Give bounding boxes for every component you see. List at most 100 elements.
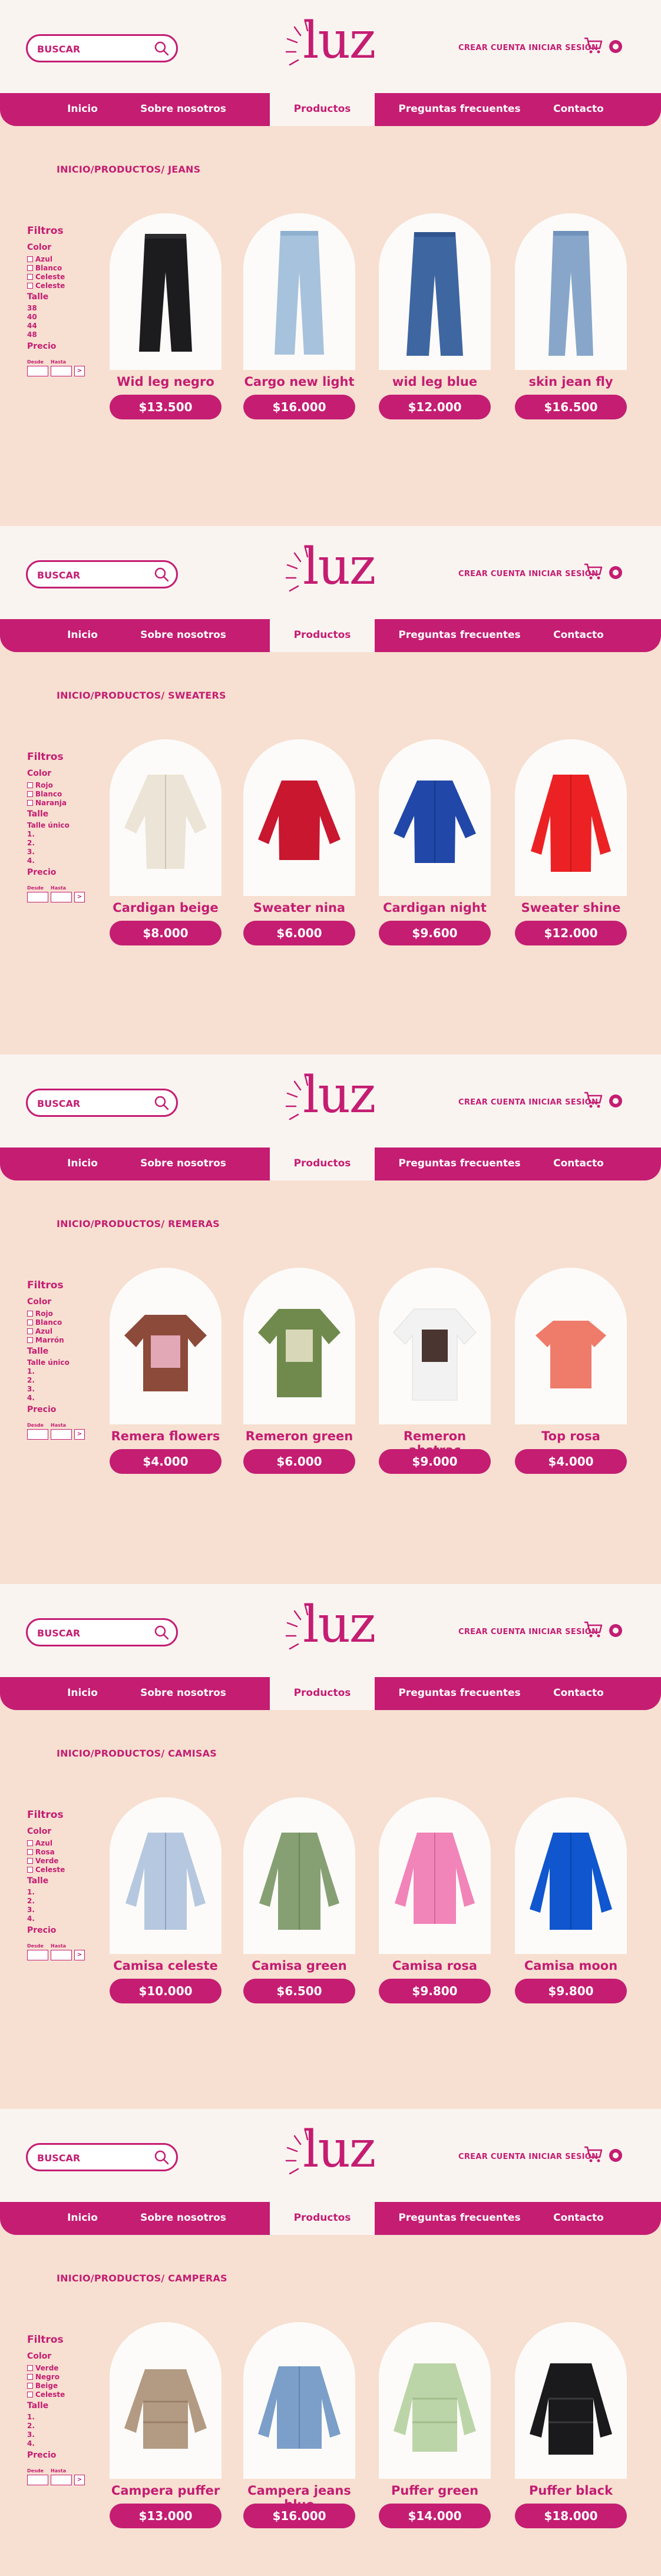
color-checkbox[interactable] [27,273,33,280]
search-input[interactable] [37,43,143,55]
search-input[interactable] [37,2152,143,2164]
color-option[interactable]: Verde [27,1856,92,1865]
user-icon[interactable] [609,2148,623,2162]
nav-item-productos[interactable]: Productos [270,1158,375,1169]
color-option[interactable]: Celeste [27,1865,92,1874]
search-icon[interactable] [154,567,169,582]
color-checkbox[interactable] [27,256,33,262]
cart-icon[interactable] [583,563,603,580]
product-card[interactable]: Remeron green $6.000 [243,1268,355,1474]
size-option[interactable]: 2. [27,1376,92,1385]
product-image[interactable] [379,739,491,896]
search-icon[interactable] [154,2150,169,2165]
product-price-button[interactable]: $16.500 [515,395,627,419]
user-icon[interactable] [609,39,623,54]
color-option[interactable]: Rojo [27,1309,92,1318]
size-option[interactable]: Talle único [27,821,92,830]
product-card[interactable]: Camisa rosa $9.800 [379,1797,491,2003]
color-checkbox[interactable] [27,1328,33,1334]
product-price-button[interactable]: $13.000 [110,2504,222,2528]
breadcrumb[interactable]: INICIO/PRODUCTOS/ JEANS [57,164,200,175]
product-image[interactable] [110,739,222,896]
product-image[interactable] [110,1797,222,1954]
color-checkbox[interactable] [27,782,33,788]
product-price-button[interactable]: $18.000 [515,2504,627,2528]
product-card[interactable]: Puffer green $14.000 [379,2322,491,2528]
nav-item-preguntas-frecuentes[interactable]: Preguntas frecuentes [383,2212,536,2224]
color-checkbox[interactable] [27,282,33,289]
color-option[interactable]: Naranja [27,798,92,807]
product-name[interactable]: Sweater nina [243,901,355,918]
nav-item-sobre-nosotros[interactable]: Sobre nosotros [139,1158,227,1169]
product-price-button[interactable]: $9.000 [379,1449,491,1474]
nav-item-preguntas-frecuentes[interactable]: Preguntas frecuentes [383,629,536,641]
size-option[interactable]: 2. [27,839,92,848]
search-icon[interactable] [154,1625,169,1640]
product-price-button[interactable]: $16.000 [243,2504,355,2528]
cart-icon[interactable] [583,1091,603,1109]
color-checkbox[interactable] [27,1310,33,1317]
price-apply-button[interactable]: > [74,366,85,376]
brand-logo[interactable]: luz [283,2124,383,2185]
nav-item-preguntas-frecuentes[interactable]: Preguntas frecuentes [383,1687,536,1699]
nav-item-preguntas-frecuentes[interactable]: Preguntas frecuentes [383,103,536,115]
product-image[interactable] [243,1797,355,1954]
size-option[interactable]: 4. [27,2439,92,2448]
color-checkbox[interactable] [27,2365,33,2371]
product-image[interactable] [515,1268,627,1424]
search-icon[interactable] [154,41,169,56]
product-price-button[interactable]: $6.000 [243,1449,355,1474]
product-image[interactable] [379,1797,491,1954]
color-option[interactable]: Azul [27,1327,92,1335]
brand-logo[interactable]: luz [283,1599,383,1661]
price-to-input[interactable] [51,2475,72,2485]
product-image[interactable] [243,213,355,370]
product-card[interactable]: Wid leg negro $13.500 [110,213,222,419]
nav-item-inicio[interactable]: Inicio [65,1158,100,1169]
size-option[interactable]: 3. [27,1906,92,1914]
color-option[interactable]: Blanco [27,263,92,272]
user-icon[interactable] [609,1094,623,1108]
product-card[interactable]: Camisa celeste $10.000 [110,1797,222,2003]
product-name[interactable]: Remera flowers [110,1429,222,1447]
brand-logo[interactable]: luz [283,541,383,603]
color-option[interactable]: Celeste [27,281,92,290]
size-option[interactable]: 3. [27,2430,92,2439]
product-card[interactable]: Cargo new light $16.000 [243,213,355,419]
size-option[interactable]: 4. [27,857,92,865]
price-apply-button[interactable]: > [74,892,85,902]
color-checkbox[interactable] [27,1866,33,1873]
color-option[interactable]: Beige [27,2381,92,2390]
search-box[interactable] [26,1618,178,1646]
product-name[interactable]: Camisa moon [515,1959,627,1976]
product-card[interactable]: Camisa green $6.500 [243,1797,355,2003]
size-option[interactable]: 1. [27,1888,92,1897]
breadcrumb[interactable]: INICIO/PRODUCTOS/ CAMPERAS [57,2273,227,2284]
product-name[interactable]: Campera jeans blue [243,2484,355,2512]
size-option[interactable]: 1. [27,2413,92,2422]
nav-item-inicio[interactable]: Inicio [65,1687,100,1699]
product-card[interactable]: Remeron abstrac$9.000 [379,1268,491,1474]
product-image[interactable] [379,1268,491,1424]
product-image[interactable] [243,739,355,896]
user-icon[interactable] [609,566,623,580]
cart-icon[interactable] [583,1621,603,1638]
cart-icon[interactable] [583,2145,603,2163]
product-card[interactable]: Puffer black $18.000 [515,2322,627,2528]
search-input[interactable] [37,569,143,581]
color-option[interactable]: Marrón [27,1335,92,1344]
product-card[interactable]: wid leg blue $12.000 [379,213,491,419]
nav-item-sobre-nosotros[interactable]: Sobre nosotros [139,103,227,115]
nav-item-contacto[interactable]: Contacto [537,1687,620,1699]
product-price-button[interactable]: $13.500 [110,395,222,419]
size-option[interactable]: 38 [27,304,92,313]
search-icon[interactable] [154,1095,169,1110]
search-box[interactable] [26,560,178,588]
color-option[interactable]: Azul [27,254,92,263]
product-image[interactable] [110,2322,222,2479]
color-checkbox[interactable] [27,1337,33,1343]
size-option[interactable]: 48 [27,330,92,339]
account-links[interactable]: CREAR CUENTA INICIAR SESIÓN [458,44,598,52]
product-price-button[interactable]: $6.000 [243,921,355,945]
product-card[interactable]: Camisa moon $9.800 [515,1797,627,2003]
